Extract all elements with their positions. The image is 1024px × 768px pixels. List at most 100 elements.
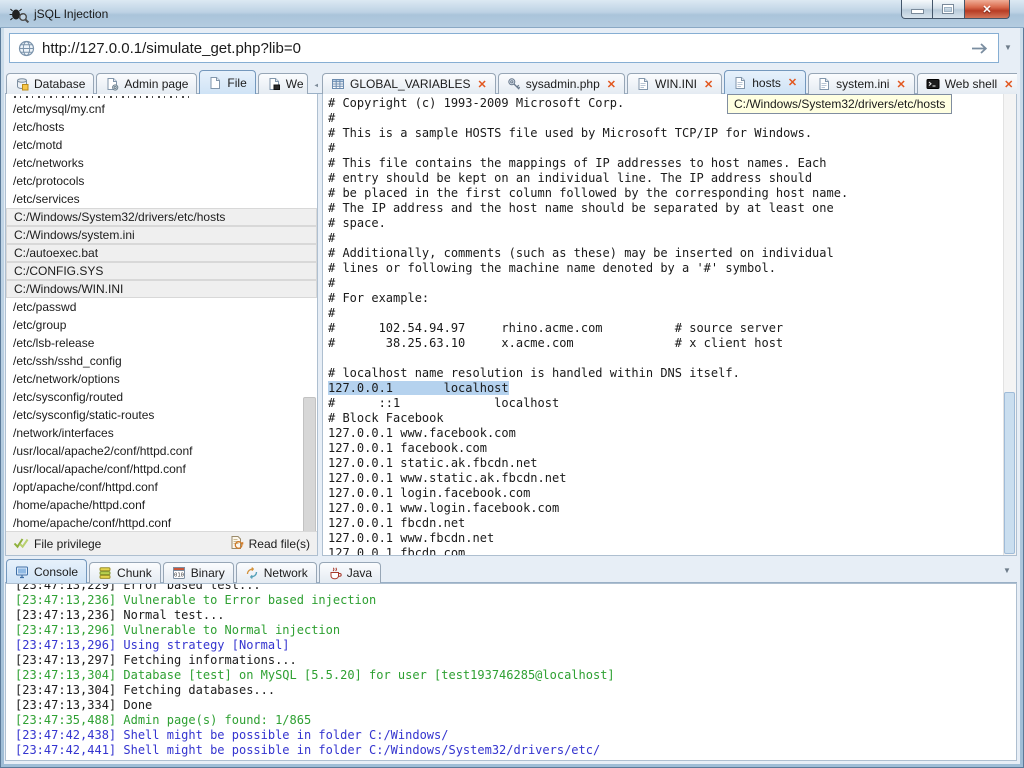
file-path-item[interactable]: /etc/networks [6,154,317,172]
maximize-button[interactable] [933,0,965,19]
window-controls: ✕ [901,0,1010,19]
file-path-item[interactable]: /etc/sysconfig/static-routes [6,406,317,424]
network-icon [245,566,259,580]
tab-chunk[interactable]: Chunk [89,562,161,583]
hosts-file-line: # Additionally, comments (such as these)… [328,246,834,260]
file-path-item[interactable]: /network/interfaces [6,424,317,442]
hosts-file-line: # 38.25.63.10 x.acme.com # x client host [328,336,784,350]
console-panel[interactable]: [23:47:13,229] Error based test... [23:47… [5,583,1017,761]
file-path-item[interactable]: /opt/apache/conf/httpd.conf [6,478,317,496]
tab-win-ini[interactable]: WIN.INI ✕ [627,73,723,94]
close-tab-icon[interactable]: ✕ [896,78,905,91]
read-files-button[interactable]: Read file(s) [229,535,310,553]
hosts-file-line: 127.0.0.1 www.facebook.com [328,426,516,440]
tab-web-shell[interactable]: Web shell ✕ [916,73,1017,94]
tab-hosts[interactable]: hosts ✕ [724,70,807,94]
tab-label: GLOBAL_VARIABLES [350,77,471,91]
tab-network[interactable]: Network [235,562,317,583]
file-path-item[interactable]: C:/CONFIG.SYS [6,262,317,280]
tab-java[interactable]: Java [318,562,382,583]
hosts-file-line: # For example: [328,291,430,305]
double-check-icon [13,536,29,552]
file-path-item[interactable]: /usr/local/apache2/conf/httpd.conf [6,442,317,460]
file-path-item[interactable]: /etc/sysconfig/routed [6,388,317,406]
close-tab-icon[interactable]: ✕ [607,78,616,91]
console-line: [23:47:13,236] Normal test... [15,608,225,622]
file-content-panel[interactable]: # Copyright (c) 1993-2009 Microsoft Corp… [322,94,1017,556]
hosts-file-line: # lines or following the machine name de… [328,261,776,275]
tab-file[interactable]: File [199,70,256,94]
hosts-file-line: # 102.54.94.97 rhino.acme.com # source s… [328,321,784,335]
console-line: [23:47:42,438] Shell might be possible i… [15,728,449,742]
file-path-item[interactable]: /etc/protocols [6,172,317,190]
read-file-icon [229,535,244,553]
tab-label: Admin page [124,77,189,91]
tab-we[interactable]: We [257,73,308,94]
console-line: [23:47:13,297] Fetching informations... [15,653,297,667]
url-dropdown-icon[interactable]: ▼ [1004,43,1012,52]
file-path-item[interactable]: /etc/ssh/sshd_config [6,352,317,370]
tab-label: Console [34,564,79,579]
content-scrollbar-thumb[interactable] [1004,392,1015,554]
file-path-item[interactable]: /etc/group [6,316,317,334]
tab-sysadmin-php[interactable]: sysadmin.php ✕ [497,73,625,94]
title-bar[interactable]: jSQL Injection ✕ [0,0,1024,28]
file-list-scrollbar-thumb[interactable] [303,397,316,543]
hosts-file-line: 127.0.0.1 static.ak.fbcdn.net [328,456,538,470]
tab-label: Chunk [117,566,152,580]
close-tab-icon[interactable]: ✕ [1004,78,1013,91]
bottom-tabs-dropdown-icon[interactable]: ▼ [1003,566,1011,575]
tab-admin-page[interactable]: Admin page [96,73,198,94]
console-line: [23:47:13,296] Vulnerable to Normal inje… [15,623,341,637]
globe-icon [18,40,35,57]
file-path-item[interactable]: /etc/lsb-release [6,334,317,352]
tab-console[interactable]: Console [6,559,88,583]
window-title: jSQL Injection [34,7,109,21]
close-tab-icon[interactable]: ✕ [788,76,797,89]
close-tab-icon[interactable]: ✕ [704,78,713,91]
file-path-item[interactable]: /home/apache/httpd.conf [6,496,317,514]
go-arrow-icon[interactable] [970,41,990,56]
file-path-item[interactable]: C:/Windows/System32/drivers/etc/hosts [6,208,317,226]
file-path-item[interactable]: /etc/hosts [6,118,317,136]
document-icon [733,76,747,90]
hosts-file-line: 127.0.0.1 www.login.facebook.com [328,501,560,515]
minimize-icon [912,10,923,13]
tab-label: WIN.INI [655,77,697,91]
file-path-item[interactable]: /etc/network/options [6,370,317,388]
file-path-item[interactable]: /usr/local/apache/conf/httpd.conf [6,460,317,478]
console-line: [23:47:13,334] Done [15,698,153,712]
document-icon [817,77,831,91]
file-path-item[interactable]: C:/Windows/system.ini [6,226,317,244]
scroll-left-icon[interactable]: ◄ [313,80,318,90]
url-input[interactable] [42,39,970,57]
hosts-file-line: 127.0.0.1 localhost [328,381,1016,396]
tab-label: Web shell [944,77,998,91]
file-path-item[interactable]: C:/autoexec.bat [6,244,317,262]
tab-database[interactable]: Database [6,73,95,94]
tab-system-ini[interactable]: system.ini ✕ [808,73,915,94]
content-scrollbar-track[interactable] [1003,94,1016,555]
file-path-item[interactable]: /etc/motd [6,136,317,154]
tab-scroll-arrows[interactable]: ◄► [310,80,318,94]
close-window-button[interactable]: ✕ [965,0,1010,19]
file-path-item[interactable]: /etc/passwd [6,298,317,316]
file-path-item[interactable]: /etc/services [6,190,317,208]
admin-page-icon [105,77,119,91]
bottom-panel-tabs: Console Chunk 010 Binary Network Java [6,559,996,583]
console-icon [15,565,29,579]
file-path-item[interactable]: /home/apache/conf/httpd.conf [6,514,317,531]
hosts-file-line: # The IP address and the host name shoul… [328,201,834,215]
tab-label: Network [263,566,308,580]
tab-label: system.ini [836,77,890,91]
close-tab-icon[interactable]: ✕ [478,78,487,91]
minimize-button[interactable] [901,0,933,19]
file-path-item[interactable]: C:/Windows/WIN.INI [6,280,317,298]
tab-global-variables[interactable]: GLOBAL_VARIABLES ✕ [322,73,496,94]
tab-binary[interactable]: 010 Binary [162,562,234,583]
hosts-file-line: # space. [328,216,386,230]
file-path-item[interactable]: /etc/mysql/my.cnf [6,100,317,118]
result-tabs: GLOBAL_VARIABLES ✕ sysadmin.php ✕ WIN.INI ✕ ho… [322,70,1017,94]
hosts-file-line: # This file contains the mappings of IP … [328,156,827,170]
hosts-file-line: # Block Facebook [328,411,444,425]
